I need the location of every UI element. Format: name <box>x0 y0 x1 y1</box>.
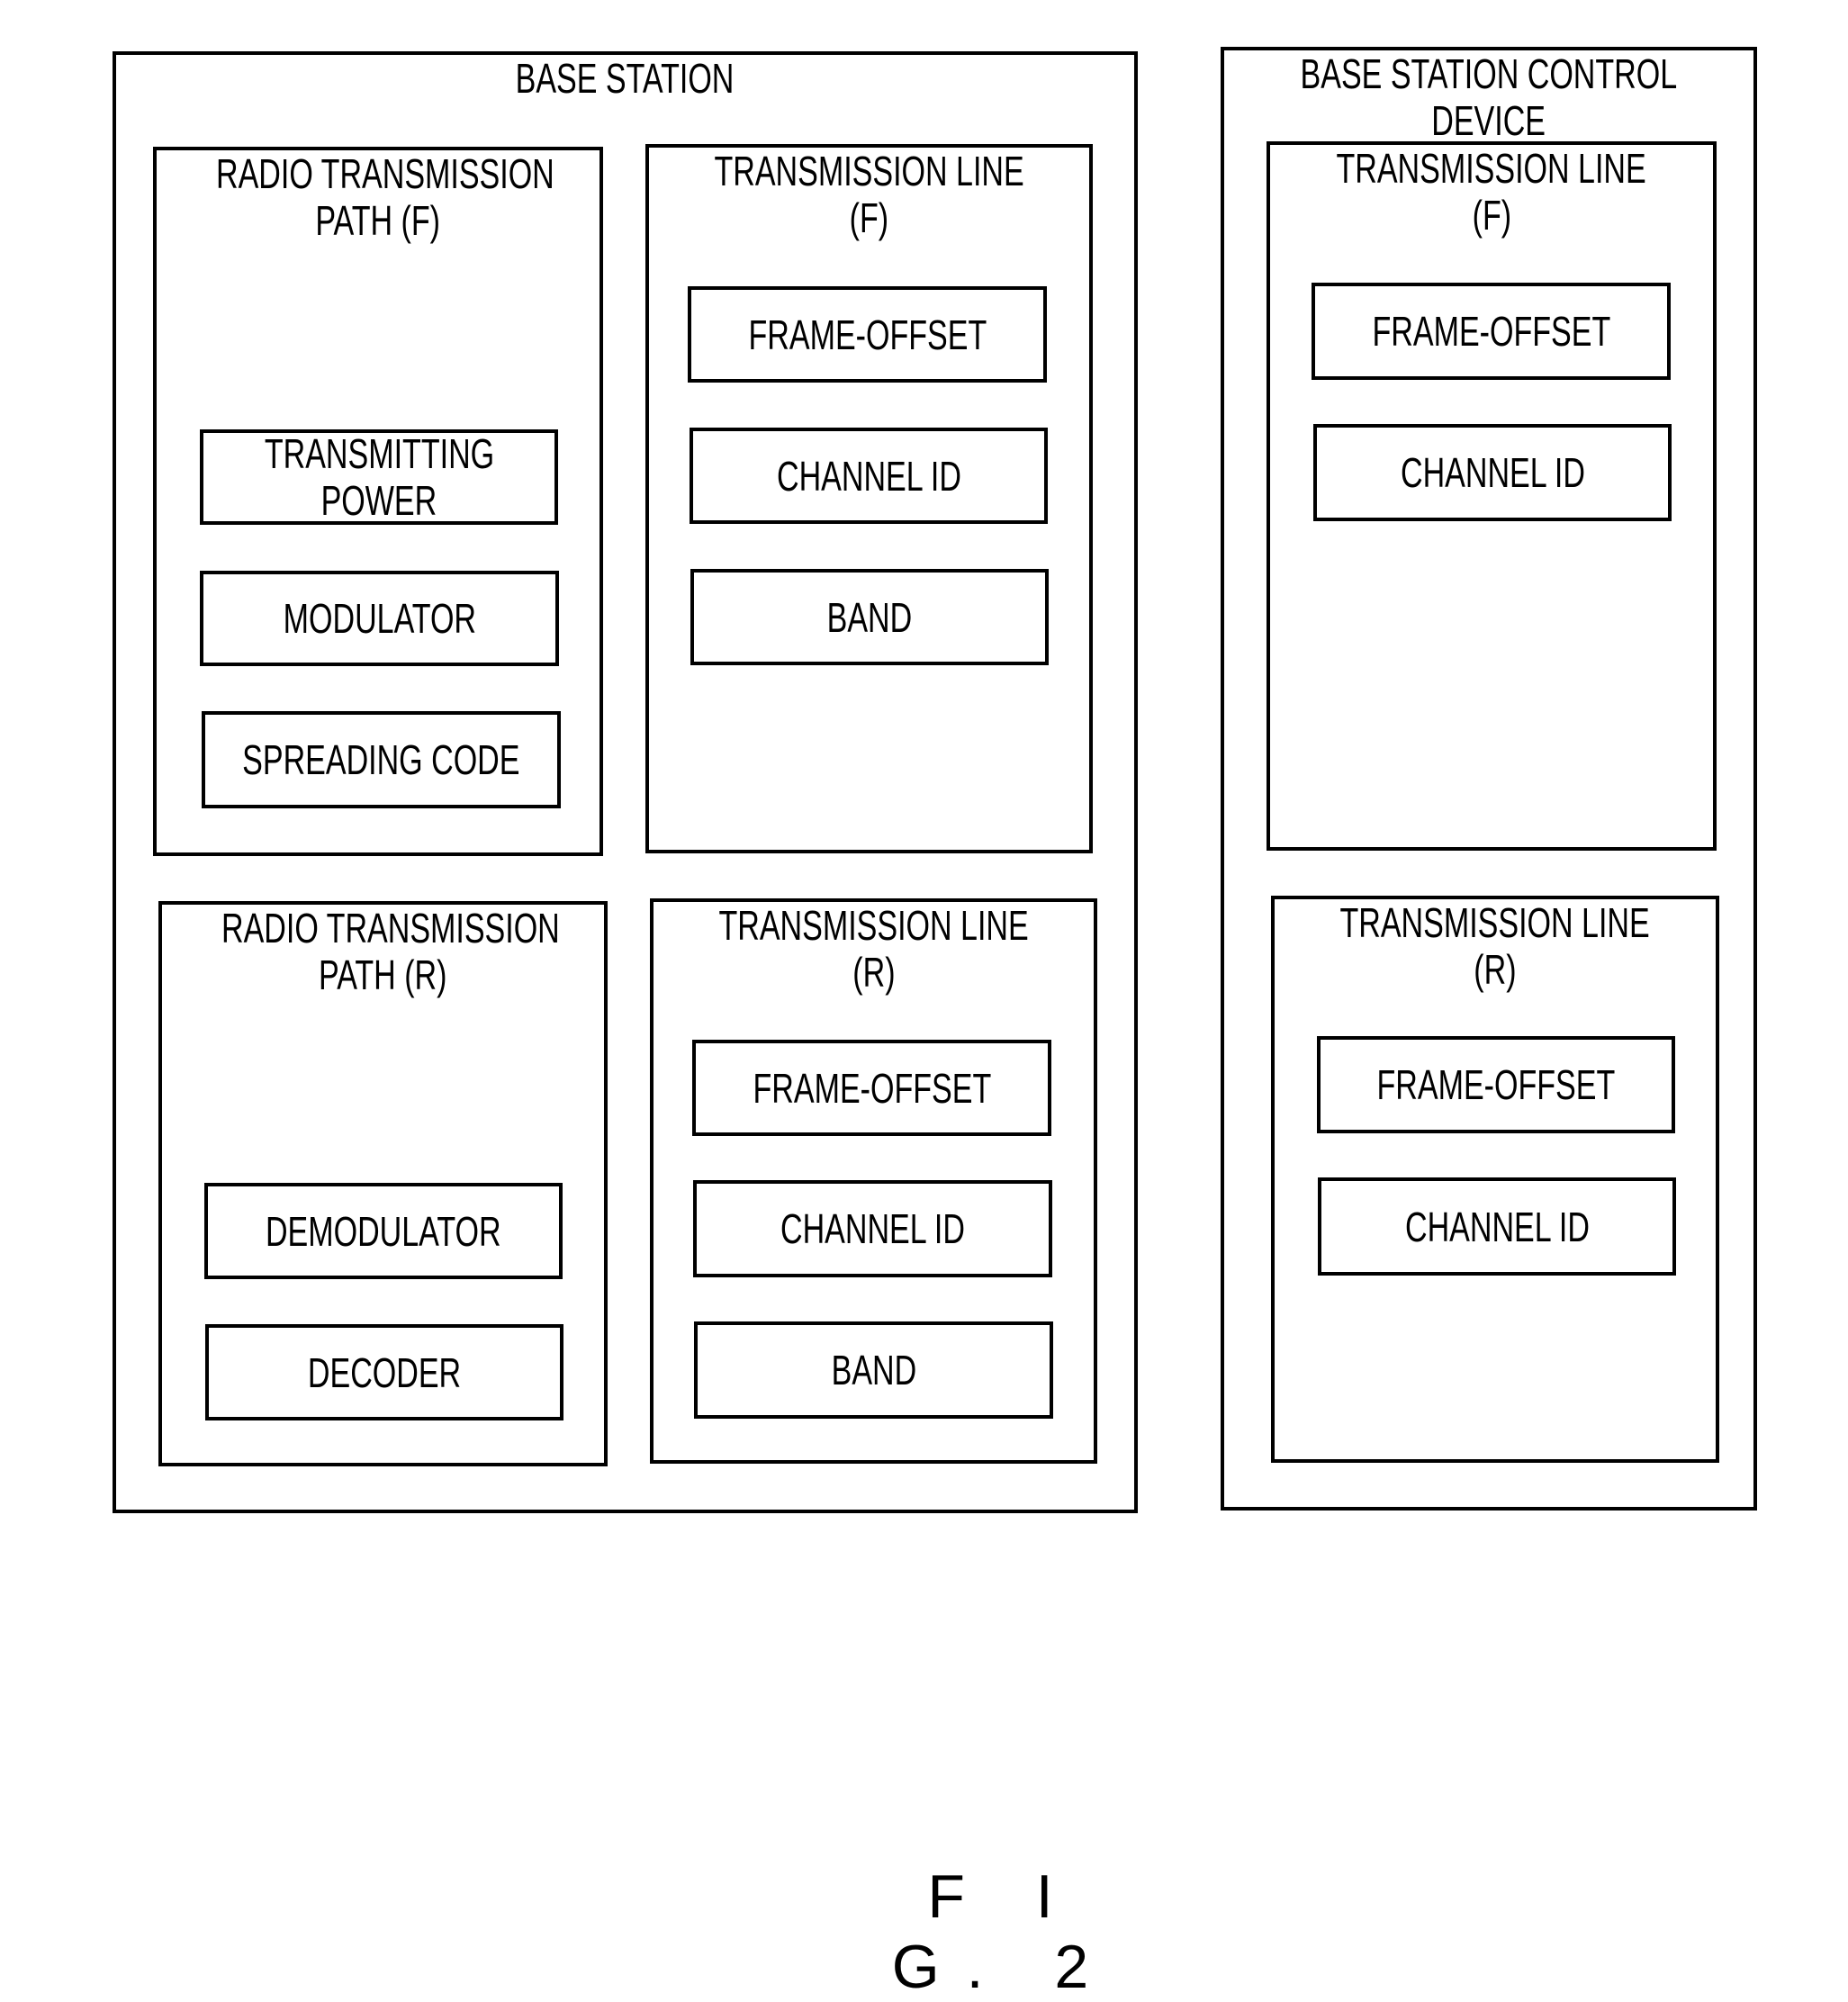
control-device-title-line2: DEVICE <box>1224 97 1753 144</box>
control-device-title-line2-text: DEVICE <box>1431 97 1546 144</box>
bs-tx-f-band-label: BAND <box>694 573 1045 662</box>
ctrl-tx-f-frame-offset-label: FRAME-OFFSET <box>1315 286 1667 376</box>
bs-tx-r-band-text: BAND <box>831 1347 916 1393</box>
bs-tx-r-frame-offset-block: FRAME-OFFSET <box>692 1040 1051 1136</box>
bs-tx-f-band-text: BAND <box>826 593 913 641</box>
radio-path-f-title-line1: RADIO TRANSMISSION <box>157 150 599 197</box>
bs-tx-f-frame-offset-text: FRAME-OFFSET <box>748 311 987 358</box>
ctrl-tx-f-frame-offset-text: FRAME-OFFSET <box>1372 308 1610 355</box>
ctrl-tx-line-f-title-line2: (F) <box>1270 192 1713 239</box>
radio-path-r-title-line1: RADIO TRANSMISSION <box>162 905 604 951</box>
control-device-title-line1-text: BASE STATION CONTROL <box>1300 50 1678 97</box>
bs-tx-line-r-title-line2-text: (R) <box>852 949 896 996</box>
bs-tx-line-f-title-line1-text: TRANSMISSION LINE <box>714 148 1024 194</box>
bs-tx-f-channel-id-block: CHANNEL ID <box>690 428 1048 524</box>
radio-path-r-title-line2: PATH (R) <box>162 951 604 998</box>
bs-tx-f-frame-offset-block: FRAME-OFFSET <box>688 286 1047 383</box>
ctrl-tx-r-channel-id-label: CHANNEL ID <box>1321 1181 1672 1272</box>
demodulator-label: DEMODULATOR <box>208 1186 559 1276</box>
transmitting-power-label-line1: TRANSMITTING <box>264 430 494 477</box>
bs-tx-line-r-title-line1-text: TRANSMISSION LINE <box>718 902 1029 949</box>
transmitting-power-block: TRANSMITTING POWER <box>200 429 558 525</box>
bs-tx-r-band-block: BAND <box>694 1321 1053 1419</box>
demodulator-block: DEMODULATOR <box>204 1183 563 1279</box>
bs-tx-line-r-title-line2: (R) <box>654 949 1094 996</box>
bs-tx-r-band-label: BAND <box>698 1325 1050 1415</box>
bs-tx-r-channel-id-text: CHANNEL ID <box>780 1205 965 1252</box>
radio-path-r-title-line1-text: RADIO TRANSMISSION <box>221 905 560 951</box>
ctrl-tx-f-channel-id-label: CHANNEL ID <box>1317 428 1668 518</box>
transmitting-power-label-line2: POWER <box>320 477 437 524</box>
ctrl-tx-line-r-title-line1-text: TRANSMISSION LINE <box>1339 899 1651 946</box>
radio-path-f-title-line2: PATH (F) <box>157 197 599 244</box>
bs-tx-f-band-block: BAND <box>690 569 1049 665</box>
bs-tx-r-channel-id-block: CHANNEL ID <box>693 1180 1052 1277</box>
ctrl-tx-r-frame-offset-text: FRAME-OFFSET <box>1376 1061 1616 1108</box>
modulator-label-text: MODULATOR <box>283 595 476 642</box>
control-device-title-line1: BASE STATION CONTROL <box>1224 50 1753 97</box>
ctrl-tx-f-channel-id-block: CHANNEL ID <box>1313 424 1672 521</box>
bs-tx-line-f-title-line2-text: (F) <box>849 194 889 241</box>
ctrl-tx-r-frame-offset-block: FRAME-OFFSET <box>1317 1036 1675 1133</box>
bs-tx-line-r-title-line1: TRANSMISSION LINE <box>654 902 1094 949</box>
radio-path-r-title-line2-text: PATH (R) <box>319 951 447 998</box>
ctrl-tx-r-channel-id-block: CHANNEL ID <box>1318 1177 1676 1276</box>
ctrl-tx-r-channel-id-text: CHANNEL ID <box>1404 1203 1590 1250</box>
ctrl-tx-line-r-title-line2-text: (R) <box>1474 946 1517 993</box>
ctrl-tx-f-channel-id-text: CHANNEL ID <box>1400 449 1585 496</box>
spreading-code-label: SPREADING CODE <box>205 715 557 805</box>
bs-tx-f-channel-id-text: CHANNEL ID <box>776 452 961 500</box>
ctrl-tx-line-f-title-line2-text: (F) <box>1472 192 1511 239</box>
bs-tx-r-frame-offset-text: FRAME-OFFSET <box>753 1064 991 1112</box>
base-station-title: BASE STATION <box>116 55 1134 102</box>
modulator-label: MODULATOR <box>203 574 555 663</box>
ctrl-tx-line-f-title-line1: TRANSMISSION LINE <box>1270 145 1713 192</box>
figure-label: F I G. 2 <box>891 1862 1116 2001</box>
radio-path-f-title-line2-text: PATH (F) <box>315 197 441 244</box>
bs-tx-r-frame-offset-label: FRAME-OFFSET <box>696 1043 1048 1132</box>
base-station-title-text: BASE STATION <box>516 55 735 102</box>
bs-tx-f-channel-id-label: CHANNEL ID <box>693 431 1044 520</box>
decoder-block: DECODER <box>205 1324 563 1420</box>
bs-tx-line-f-title-line2: (F) <box>649 194 1089 241</box>
ctrl-tx-line-f-title-line1-text: TRANSMISSION LINE <box>1336 145 1647 192</box>
decoder-label-text: DECODER <box>307 1348 462 1396</box>
ctrl-tx-f-frame-offset-block: FRAME-OFFSET <box>1312 283 1671 380</box>
modulator-block: MODULATOR <box>200 571 559 666</box>
ctrl-tx-r-frame-offset-label: FRAME-OFFSET <box>1321 1040 1672 1130</box>
bs-tx-r-channel-id-label: CHANNEL ID <box>697 1184 1049 1274</box>
ctrl-tx-line-r-title-line2: (R) <box>1275 946 1716 993</box>
bs-tx-line-f-title-line1: TRANSMISSION LINE <box>649 148 1089 194</box>
demodulator-label-text: DEMODULATOR <box>266 1207 501 1255</box>
decoder-label: DECODER <box>209 1328 560 1417</box>
spreading-code-block: SPREADING CODE <box>202 711 561 808</box>
spreading-code-label-text: SPREADING CODE <box>242 736 520 783</box>
radio-path-f-title-line1-text: RADIO TRANSMISSION <box>216 150 554 197</box>
bs-tx-f-frame-offset-label: FRAME-OFFSET <box>691 290 1043 379</box>
transmitting-power-label: TRANSMITTING POWER <box>203 430 554 524</box>
ctrl-tx-line-r-title-line1: TRANSMISSION LINE <box>1275 899 1716 946</box>
